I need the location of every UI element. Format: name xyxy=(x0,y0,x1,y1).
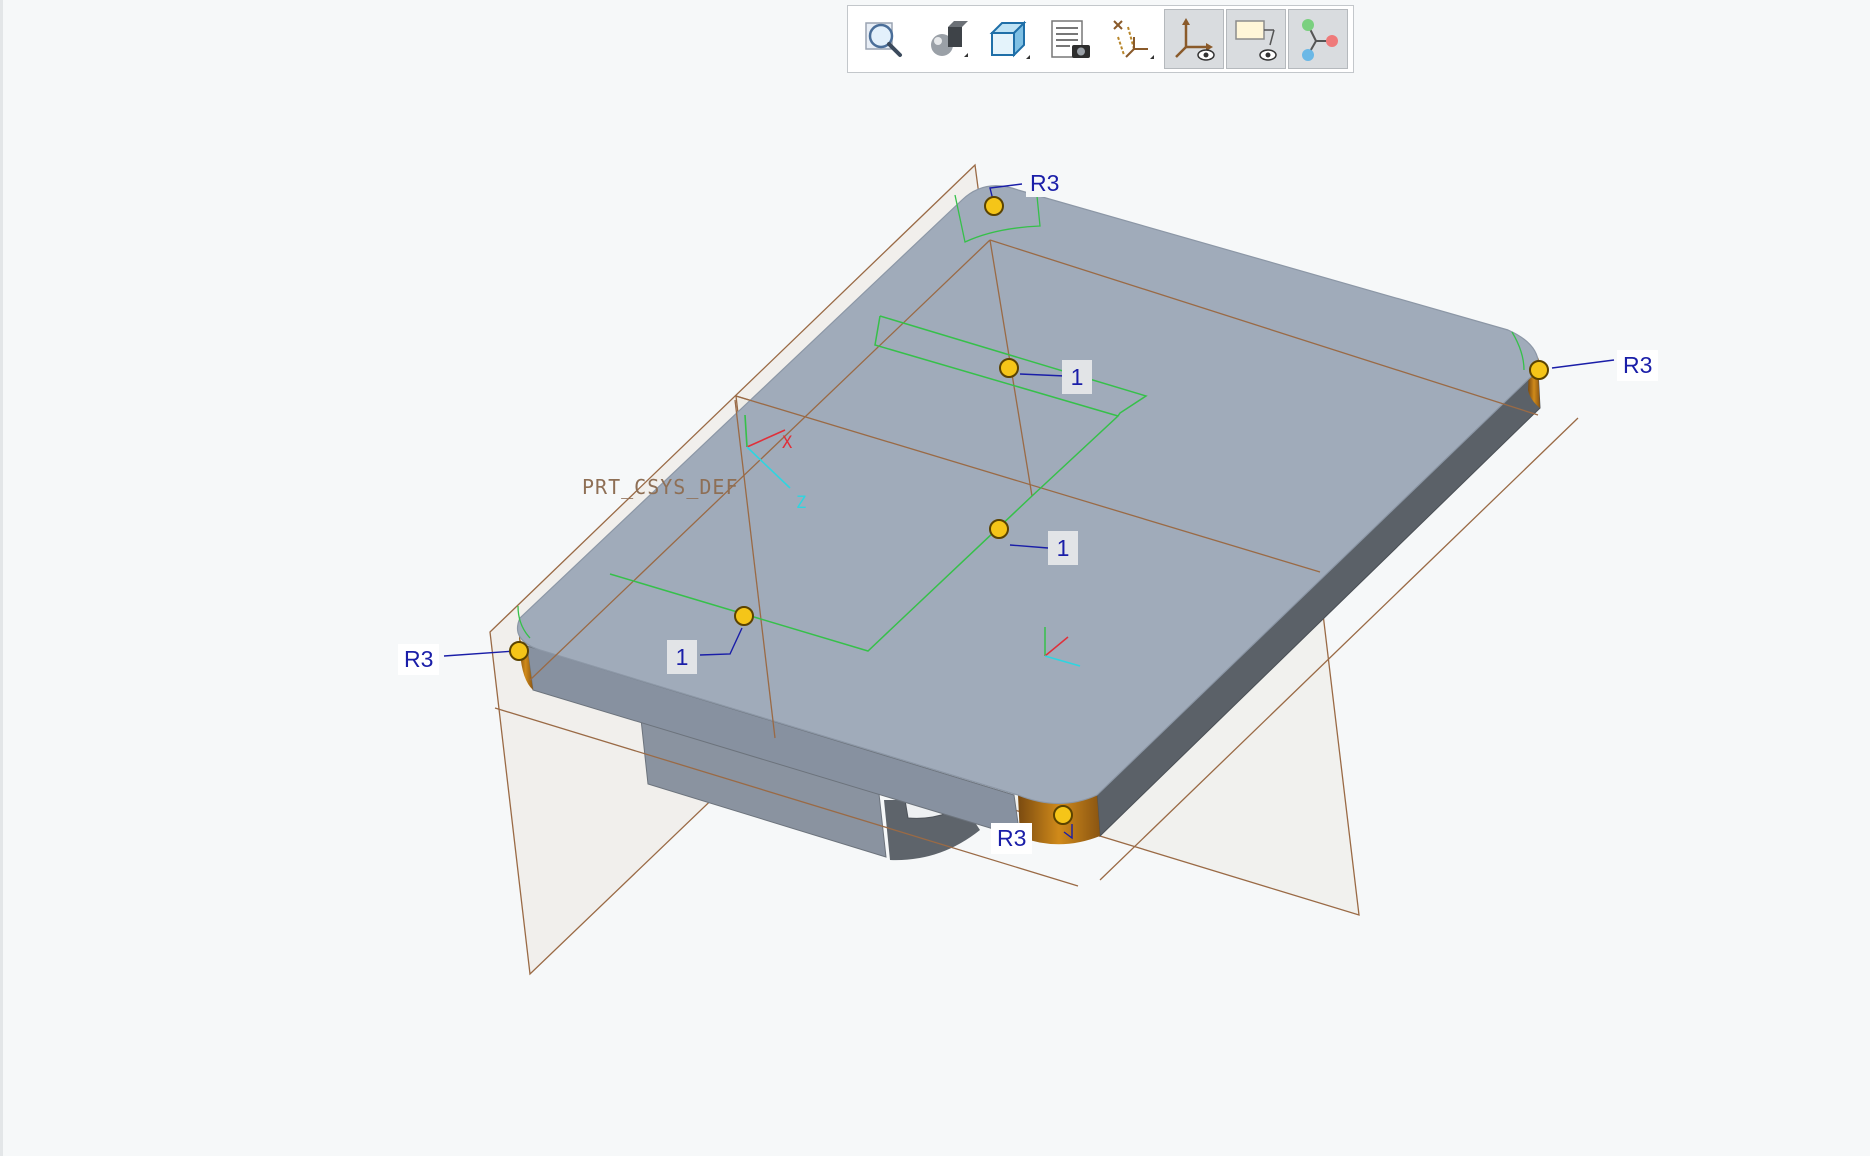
annotation-display-icon xyxy=(1235,20,1277,61)
handle-round-right xyxy=(1529,360,1549,380)
display-style-button[interactable] xyxy=(916,9,976,69)
annotation-radius-top[interactable]: R3 xyxy=(1026,170,1064,197)
saved-orientations-button[interactable] xyxy=(978,9,1038,69)
zoom-magnifier-icon xyxy=(865,22,902,57)
annotation-display-button[interactable] xyxy=(1226,9,1286,69)
display-style-icon xyxy=(931,21,968,57)
csys-display-icon xyxy=(1175,18,1215,61)
csys-z-label: Z xyxy=(796,493,806,513)
csys-name-label: PRT_CSYS_DEF xyxy=(582,475,739,499)
spin-center-button[interactable] xyxy=(1288,9,1348,69)
csys-display-button[interactable] xyxy=(1164,9,1224,69)
handle-value-middle xyxy=(989,519,1009,539)
annotation-radius-left[interactable]: R3 xyxy=(398,644,440,675)
handle-round-top xyxy=(984,196,1004,216)
zoom-button[interactable] xyxy=(854,9,914,69)
handle-value-top xyxy=(999,358,1019,378)
graphics-toolbar xyxy=(847,5,1354,73)
view-manager-button[interactable] xyxy=(1040,9,1100,69)
handle-round-bottom xyxy=(1053,805,1073,825)
annotation-radius-right[interactable]: R3 xyxy=(1617,350,1659,381)
view-manager-icon xyxy=(1051,20,1090,58)
datum-display-filters-button[interactable] xyxy=(1102,9,1162,69)
handle-round-left xyxy=(509,641,529,661)
annotation-value-left[interactable]: 1 xyxy=(667,640,697,674)
annotation-value-middle[interactable]: 1 xyxy=(1048,531,1078,565)
annotation-radius-bottom[interactable]: R3 xyxy=(991,823,1033,854)
handle-value-left xyxy=(734,606,754,626)
datum-display-filters-icon xyxy=(1113,20,1154,59)
csys-x-label: X xyxy=(782,433,793,453)
graphics-viewport[interactable]: X Z xyxy=(0,0,1870,1156)
saved-orientations-icon xyxy=(989,20,1030,59)
spin-center-icon xyxy=(1302,19,1338,61)
annotation-value-top[interactable]: 1 xyxy=(1062,360,1092,394)
